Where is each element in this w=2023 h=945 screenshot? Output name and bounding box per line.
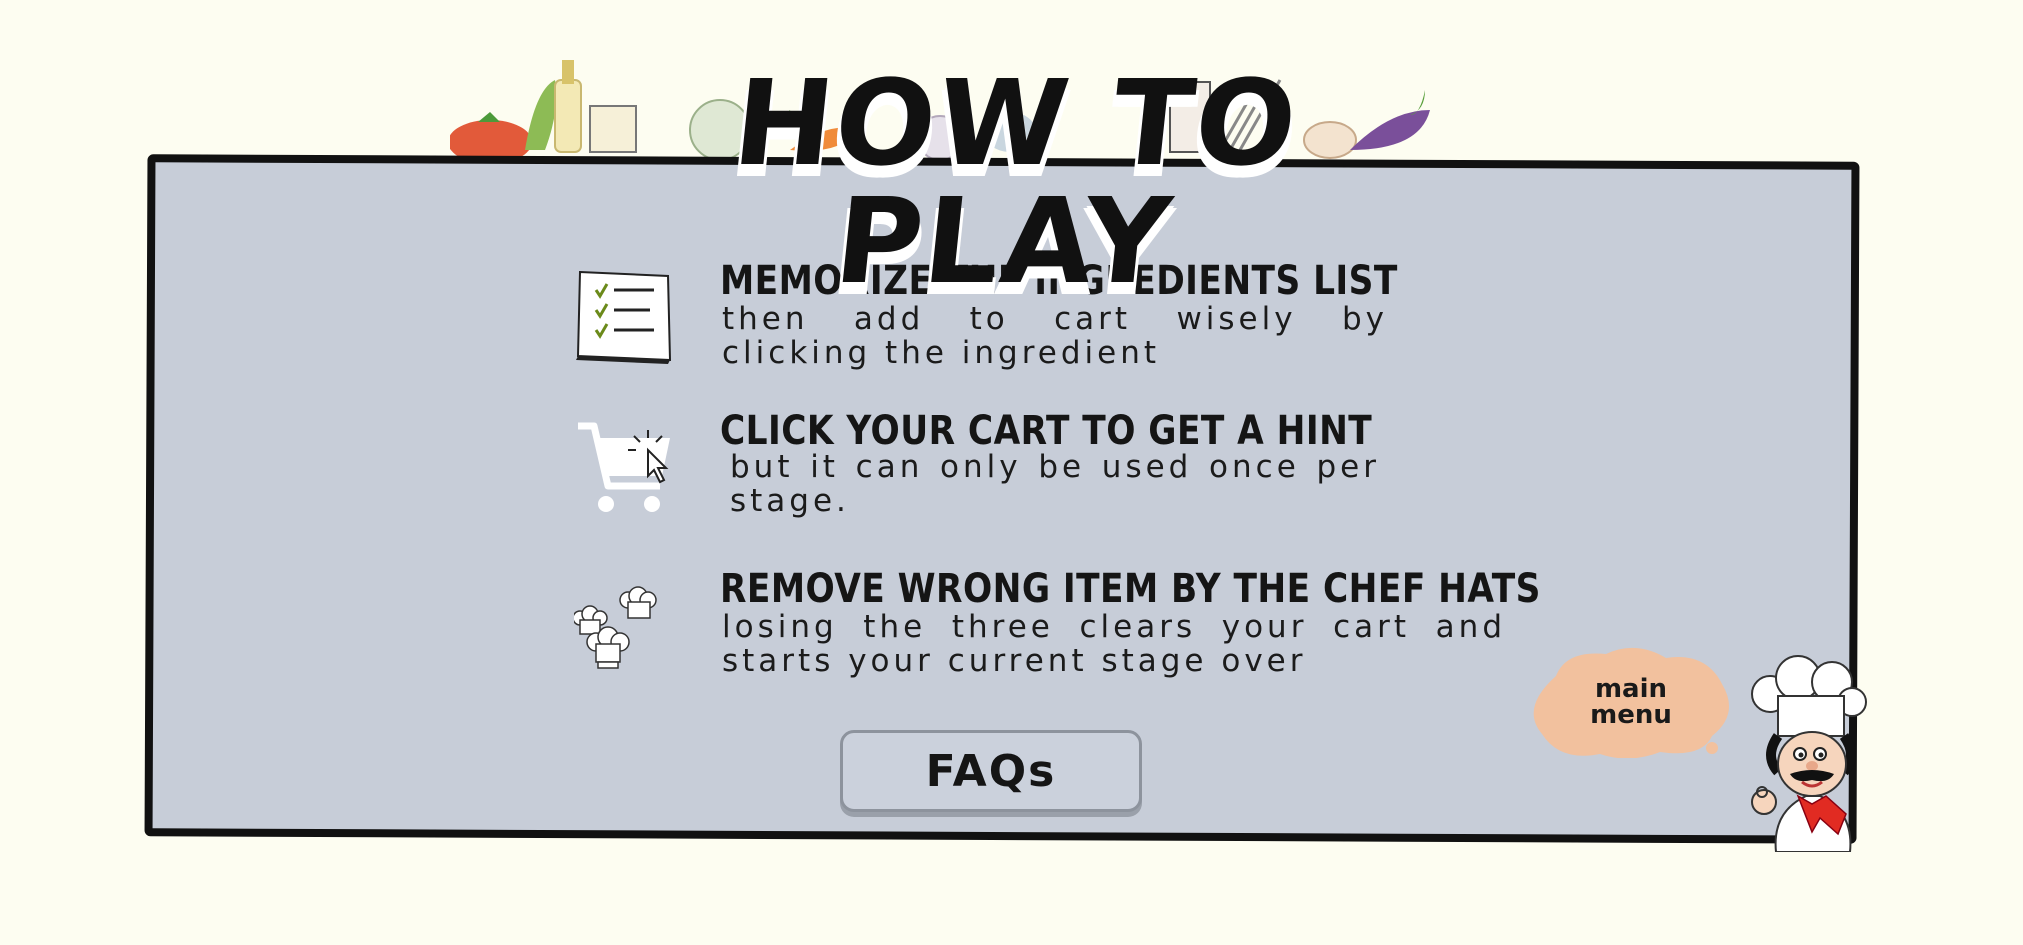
- instruction-heading: REMOVE WRONG ITEM BY THE CHEF HATS: [720, 566, 1541, 612]
- instruction-heading: CLICK YOUR CART TO GET A HINT: [720, 408, 1373, 454]
- cart-click-icon: [578, 422, 670, 512]
- instruction-description: but it can only be used once per stage.: [730, 449, 1380, 519]
- page-title: HOW TO PLAY: [727, 54, 1306, 310]
- chef-mascot-icon: [1751, 655, 1867, 852]
- main-menu-label: main menu: [1590, 674, 1672, 730]
- how-to-play-screen: HOW TO PLAY MEMORIZE THE INGREDIENTS LIS…: [0, 0, 2023, 945]
- faq-button[interactable]: FAQs: [840, 730, 1142, 812]
- instruction-description: then add to cart wisely by clicking the …: [722, 301, 1388, 371]
- chef-hats-icon: [574, 586, 657, 669]
- instruction-description: losing the three clears your cart and st…: [722, 609, 1506, 679]
- main-menu-button[interactable]: main menu: [1526, 646, 1729, 758]
